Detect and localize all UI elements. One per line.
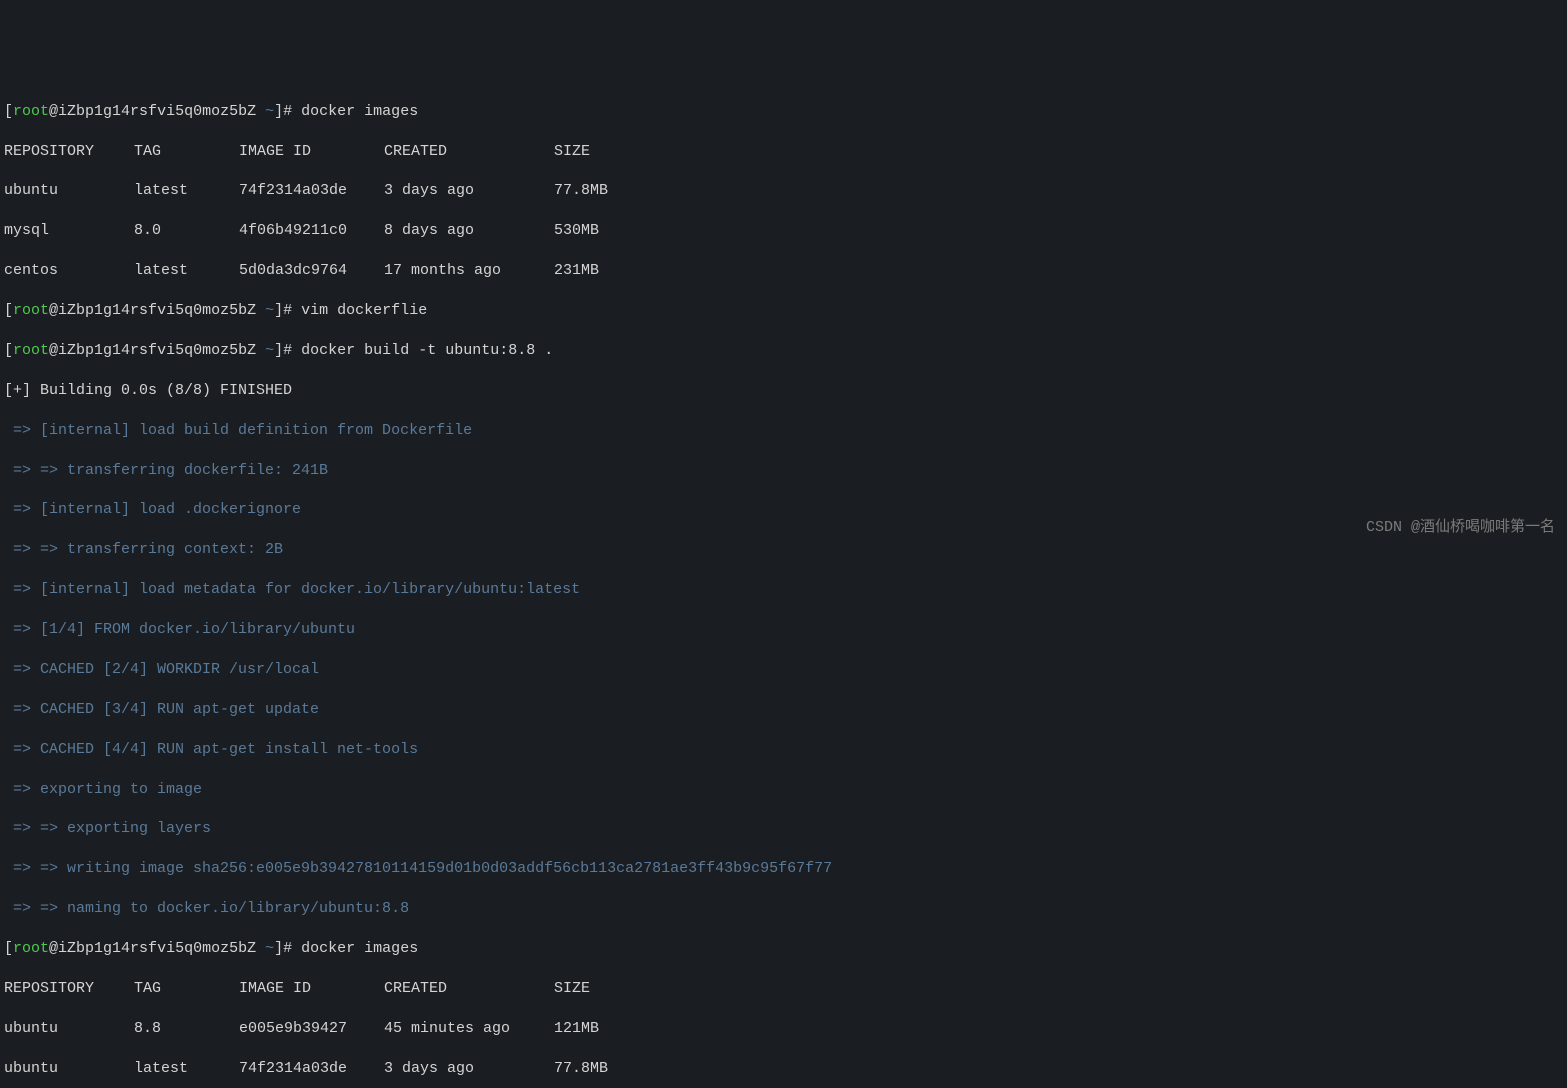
build-step: => CACHED [3/4] RUN apt-get update	[4, 700, 1563, 720]
build-step: => => exporting layers	[4, 819, 1563, 839]
watermark: CSDN @酒仙桥喝咖啡第一名	[1366, 518, 1555, 538]
table-row: centoslatest5d0da3dc976417 months ago231…	[4, 261, 1563, 281]
prompt-line-2[interactable]: [root@iZbp1g14rsfvi5q0moz5bZ ~]# vim doc…	[4, 301, 1563, 321]
table2-header: REPOSITORYTAGIMAGE IDCREATEDSIZE	[4, 979, 1563, 999]
command-vim: vim dockerflie	[301, 302, 427, 319]
build-step: => exporting to image	[4, 780, 1563, 800]
build-step: => => transferring context: 2B	[4, 540, 1563, 560]
build-step: => => writing image sha256:e005e9b394278…	[4, 859, 1563, 879]
build-step: => => naming to docker.io/library/ubuntu…	[4, 899, 1563, 919]
build-step: => [1/4] FROM docker.io/library/ubuntu	[4, 620, 1563, 640]
table-row: mysql8.04f06b49211c08 days ago530MB	[4, 221, 1563, 241]
build-step: => CACHED [4/4] RUN apt-get install net-…	[4, 740, 1563, 760]
prompt-line-1[interactable]: [root@iZbp1g14rsfvi5q0moz5bZ ~]# docker …	[4, 102, 1563, 122]
table-row: ubuntulatest74f2314a03de3 days ago77.8MB	[4, 181, 1563, 201]
build-step: => CACHED [2/4] WORKDIR /usr/local	[4, 660, 1563, 680]
build-status: [+] Building 0.0s (8/8) FINISHED	[4, 381, 1563, 401]
build-step: => => transferring dockerfile: 241B	[4, 461, 1563, 481]
command-docker-build: docker build -t ubuntu:8.8 .	[301, 342, 553, 359]
terminal-output: [root@iZbp1g14rsfvi5q0moz5bZ ~]# docker …	[4, 82, 1563, 1088]
prompt-line-4[interactable]: [root@iZbp1g14rsfvi5q0moz5bZ ~]# docker …	[4, 939, 1563, 959]
prompt-line-3[interactable]: [root@iZbp1g14rsfvi5q0moz5bZ ~]# docker …	[4, 341, 1563, 361]
command-docker-images-1: docker images	[301, 103, 418, 120]
build-step: => [internal] load metadata for docker.i…	[4, 580, 1563, 600]
build-step: => [internal] load .dockerignore	[4, 500, 1563, 520]
table-row: ubuntulatest74f2314a03de3 days ago77.8MB	[4, 1059, 1563, 1079]
table-row: ubuntu8.8e005e9b3942745 minutes ago121MB	[4, 1019, 1563, 1039]
command-docker-images-2: docker images	[301, 940, 418, 957]
table1-header: REPOSITORYTAGIMAGE IDCREATEDSIZE	[4, 142, 1563, 162]
build-step: => [internal] load build definition from…	[4, 421, 1563, 441]
